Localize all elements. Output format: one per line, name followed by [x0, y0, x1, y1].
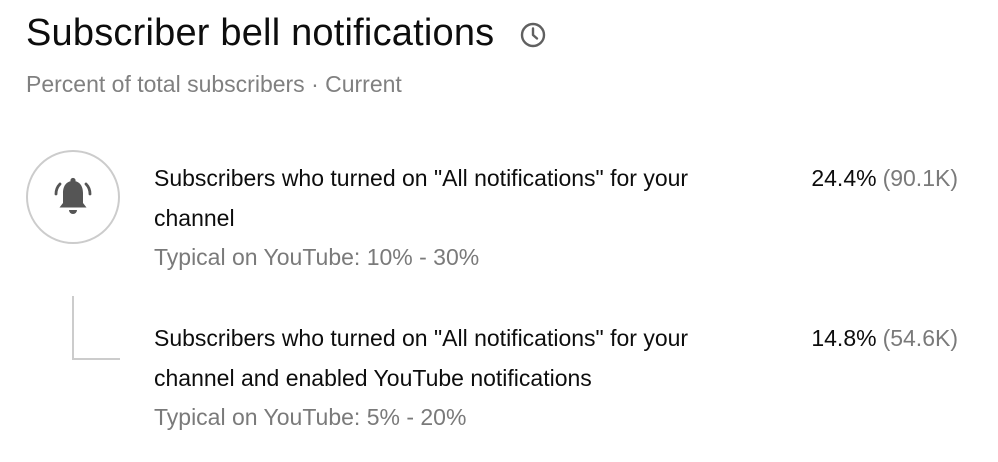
metric-description: Subscribers who turned on "All notificat… — [154, 325, 689, 391]
metric-row-all-notifications: Subscribers who turned on "All notificat… — [154, 158, 964, 272]
metric-typical-range: Typical on YouTube: 5% - 20% — [154, 404, 467, 430]
metric-count: (90.1K) — [882, 165, 958, 191]
metric-percent: 24.4% — [811, 165, 877, 191]
metric-value: 24.4% (90.1K) — [811, 158, 958, 198]
card-subtitle: Percent of total subscribers · Current — [26, 71, 402, 97]
title-row: Subscriber bell notifications — [26, 8, 548, 58]
metric-row-enabled-youtube-notifications: Subscribers who turned on "All notificat… — [154, 318, 964, 432]
metric-typical-range: Typical on YouTube: 10% - 30% — [154, 244, 480, 270]
metric-count: (54.6K) — [882, 325, 958, 351]
metric-percent: 14.8% — [811, 325, 877, 351]
tree-connector — [72, 296, 120, 360]
card-title: Subscriber bell notifications — [26, 12, 495, 54]
bell-ringing-icon — [54, 177, 92, 214]
metric-description: Subscribers who turned on "All notificat… — [154, 165, 689, 231]
card-header: Subscriber bell notifications Percent of… — [26, 8, 548, 99]
clock-icon[interactable] — [518, 20, 548, 50]
metric-value: 14.8% (54.6K) — [811, 318, 958, 358]
bell-badge — [26, 150, 120, 244]
